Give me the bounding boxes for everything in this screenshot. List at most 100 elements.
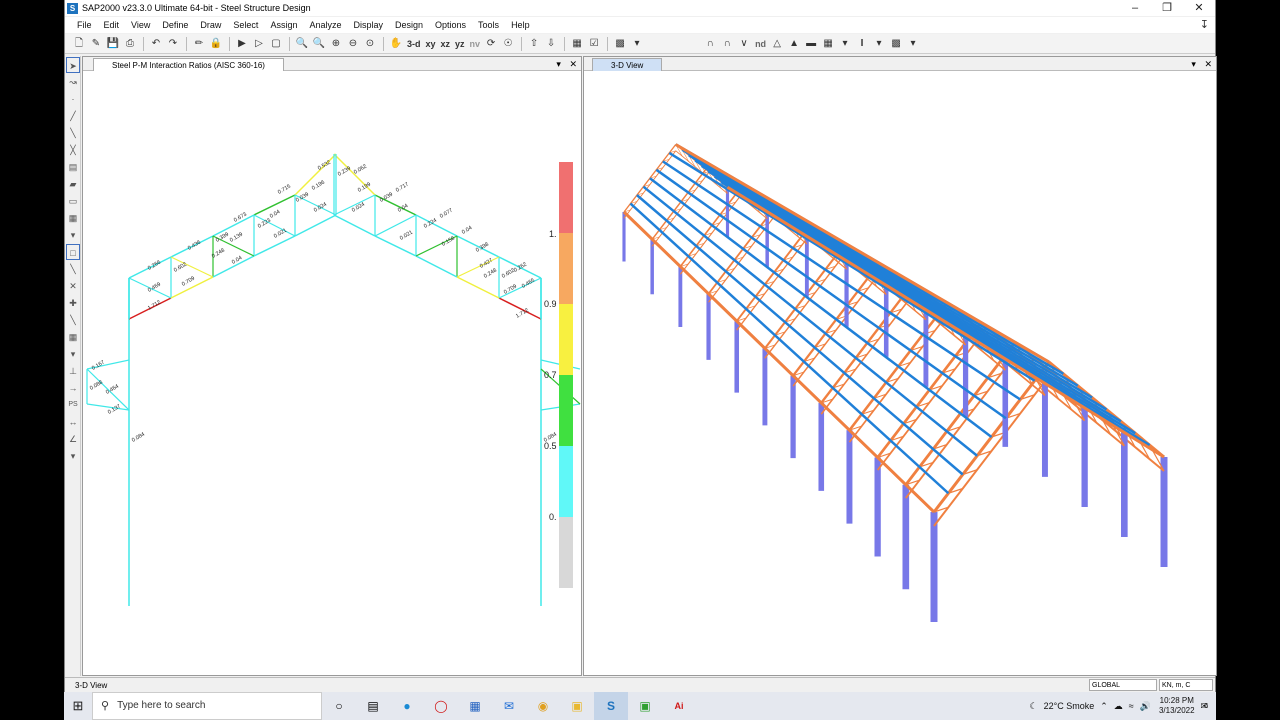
weather-icon[interactable]: ☾: [1030, 701, 1038, 712]
pane-dropdown-icon[interactable]: ▾: [1191, 59, 1196, 69]
frame-release-icon[interactable]: ▲: [786, 36, 802, 52]
tray-chevron-icon[interactable]: ⌃: [1100, 701, 1108, 712]
steel-design-pane[interactable]: Steel P-M Interaction Ratios (AISC 360-1…: [82, 56, 582, 676]
draw-joint-icon[interactable]: ·: [66, 91, 80, 107]
menu-analyze[interactable]: Analyze: [309, 20, 341, 30]
dropdown-arrow-icon[interactable]: ▾: [905, 36, 921, 52]
menu-view[interactable]: View: [131, 20, 150, 30]
zoom-out-icon[interactable]: ⊖: [345, 36, 361, 52]
3d-view-pane[interactable]: 3-D View ▾ ✕: [583, 56, 1217, 676]
pane-close-icon[interactable]: ✕: [1204, 59, 1212, 69]
file-explorer-icon[interactable]: ▣: [560, 692, 594, 720]
draw-poly-area-icon[interactable]: ▰: [66, 176, 80, 192]
store-icon[interactable]: ▦: [458, 692, 492, 720]
zoom-window-icon[interactable]: 🔍: [294, 36, 310, 52]
edge-icon[interactable]: ●: [390, 692, 424, 720]
view-3d-button[interactable]: 3-d: [405, 36, 423, 52]
save-icon[interactable]: 💾: [105, 36, 121, 52]
display-options-icon[interactable]: ▦: [569, 36, 585, 52]
menu-file[interactable]: File: [77, 20, 92, 30]
open-icon[interactable]: ✎: [88, 36, 104, 52]
frame-icon[interactable]: ∩: [702, 36, 718, 52]
menu-help[interactable]: Help: [511, 20, 530, 30]
windows-start-icon[interactable]: ⊞: [64, 692, 92, 720]
units-select[interactable]: KN, m, C: [1159, 679, 1213, 691]
draw-secondary-beam-icon[interactable]: ▤: [66, 159, 80, 175]
view-xz-button[interactable]: xz: [439, 36, 453, 52]
download-icon[interactable]: ↧: [1200, 18, 1209, 31]
left-pane-tab[interactable]: Steel P-M Interaction Ratios (AISC 360-1…: [93, 58, 284, 71]
dropdown-arrow-icon[interactable]: ▾: [66, 448, 80, 464]
menu-draw[interactable]: Draw: [200, 20, 221, 30]
menu-options[interactable]: Options: [435, 20, 466, 30]
run-now-icon[interactable]: ▷: [251, 36, 267, 52]
task-view-icon[interactable]: ▤: [356, 692, 390, 720]
close-button[interactable]: ✕: [1183, 0, 1215, 16]
dropdown-arrow-icon[interactable]: ▾: [66, 227, 80, 243]
draw-rect-area-icon[interactable]: ▭: [66, 193, 80, 209]
sap2000-taskbar-icon[interactable]: S: [594, 692, 628, 720]
menu-define[interactable]: Define: [162, 20, 188, 30]
rotate-3d-icon[interactable]: ⟳: [483, 36, 499, 52]
run-analysis-icon[interactable]: ▶: [234, 36, 250, 52]
dropdown-arrow-icon[interactable]: ▾: [871, 36, 887, 52]
snap-joint-icon[interactable]: ✚: [66, 295, 80, 311]
move-down-icon[interactable]: ⇩: [543, 36, 559, 52]
zoom-extents-icon[interactable]: ⊙: [362, 36, 378, 52]
dropdown-arrow-icon[interactable]: ▾: [629, 36, 645, 52]
i-section-icon[interactable]: I: [854, 36, 870, 52]
table-icon[interactable]: ▦: [820, 36, 836, 52]
frame-braced-icon[interactable]: ∩: [719, 36, 735, 52]
snap-grid-icon[interactable]: ▦: [66, 329, 80, 345]
snap-line-icon[interactable]: ╲: [66, 312, 80, 328]
menu-edit[interactable]: Edit: [104, 20, 120, 30]
taskbar-search-box[interactable]: ⚲ Type here to search: [92, 692, 322, 720]
move-up-icon[interactable]: ⇧: [526, 36, 542, 52]
quick-draw-frame-icon[interactable]: ╲: [66, 125, 80, 141]
nd-button[interactable]: nd: [753, 36, 768, 52]
snap-extension-icon[interactable]: →: [66, 380, 80, 396]
illustrator-icon[interactable]: Ai: [662, 692, 696, 720]
snap-midpoint-icon[interactable]: ↔: [66, 414, 80, 430]
menu-tools[interactable]: Tools: [478, 20, 499, 30]
redo-icon[interactable]: ↷: [165, 36, 181, 52]
menu-assign[interactable]: Assign: [270, 20, 297, 30]
pane-dropdown-icon[interactable]: ▾: [556, 59, 561, 69]
chrome-icon[interactable]: ◉: [526, 692, 560, 720]
reshape-icon[interactable]: ↝: [66, 74, 80, 90]
lock-icon[interactable]: 🔒: [208, 36, 224, 52]
weather-text[interactable]: 22°C Smoke: [1044, 701, 1095, 711]
dropdown-arrow-icon[interactable]: ▾: [66, 346, 80, 362]
draw-frame-icon[interactable]: ╱: [66, 108, 80, 124]
pointer-icon[interactable]: ➤: [66, 57, 80, 73]
pan-hand-icon[interactable]: ✋: [388, 36, 404, 52]
snap-intersection-icon[interactable]: ∠: [66, 431, 80, 447]
network-icon[interactable]: ☁: [1114, 701, 1123, 712]
taskbar-clock[interactable]: 10:28 PM 3/13/2022: [1159, 696, 1195, 716]
volume-icon[interactable]: 🔊: [1140, 701, 1151, 712]
select-all-icon[interactable]: □: [66, 244, 80, 260]
restore-button[interactable]: ❐: [1151, 0, 1183, 16]
zoom-in-icon[interactable]: ⊕: [328, 36, 344, 52]
dropdown-arrow-icon[interactable]: ▾: [837, 36, 853, 52]
ps-snap-icon[interactable]: PS: [66, 397, 80, 413]
grid-options-icon[interactable]: ▩: [612, 36, 628, 52]
check-icon[interactable]: ☑: [586, 36, 602, 52]
minimize-button[interactable]: –: [1119, 0, 1151, 16]
section-icon[interactable]: ▬: [803, 36, 819, 52]
menu-select[interactable]: Select: [233, 20, 258, 30]
opera-icon[interactable]: ◯: [424, 692, 458, 720]
print-icon[interactable]: ⎙: [122, 36, 138, 52]
select-intersect-icon[interactable]: ╲: [66, 261, 80, 277]
view-xy-button[interactable]: xy: [424, 36, 438, 52]
snap-perpendicular-icon[interactable]: ⊥: [66, 363, 80, 379]
camtasia-icon[interactable]: ▣: [628, 692, 662, 720]
menu-display[interactable]: Display: [353, 20, 383, 30]
view-yz-button[interactable]: yz: [453, 36, 467, 52]
show-undeformed-icon[interactable]: ▢: [268, 36, 284, 52]
view-nv-button[interactable]: nv: [468, 36, 483, 52]
perspective-icon[interactable]: ☉: [500, 36, 516, 52]
zoom-restore-icon[interactable]: 🔍: [311, 36, 327, 52]
quick-draw-area-icon[interactable]: ▦: [66, 210, 80, 226]
mail-icon[interactable]: ✉: [492, 692, 526, 720]
